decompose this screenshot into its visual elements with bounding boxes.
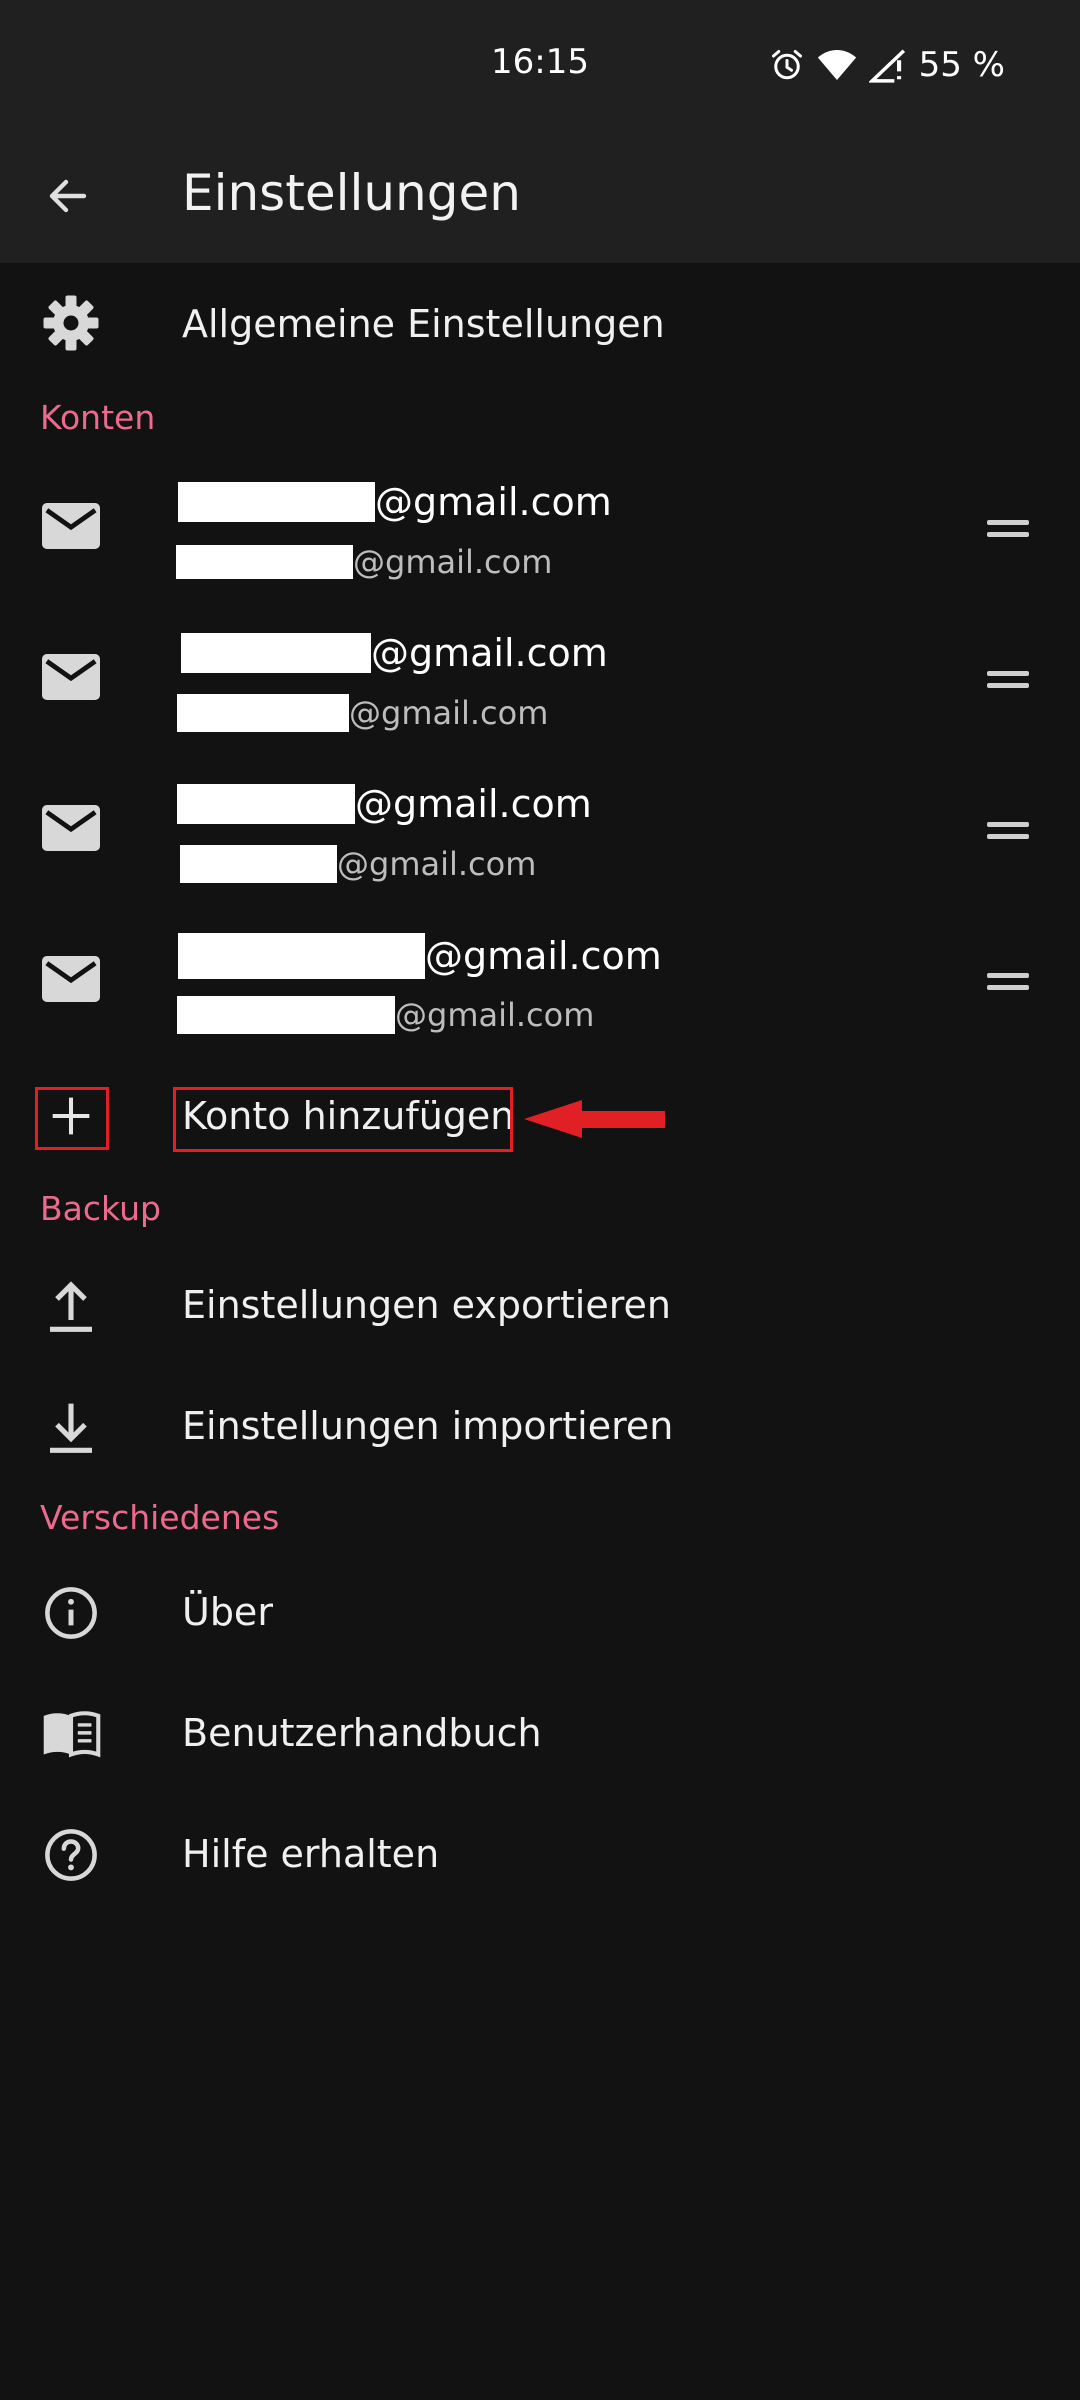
account-secondary-suffix: @gmail.com — [353, 543, 553, 581]
arrow-back-icon — [49, 179, 87, 213]
account-primary-email: @gmail.com — [181, 631, 608, 675]
account-item[interactable]: @gmail.com @gmail.com — [0, 757, 1080, 907]
status-icons: 55 % — [769, 40, 1005, 90]
account-item[interactable]: @gmail.com @gmail.com — [0, 606, 1080, 756]
section-header-misc: Verschiedenes — [40, 1498, 280, 1537]
redacted-block — [178, 482, 375, 522]
account-item[interactable]: @gmail.com @gmail.com — [0, 908, 1080, 1058]
mail-icon — [36, 944, 106, 1014]
account-primary-suffix: @gmail.com — [355, 782, 592, 826]
back-button[interactable] — [30, 158, 106, 234]
about-item[interactable]: Über — [0, 1553, 1080, 1674]
account-primary-email: @gmail.com — [177, 782, 592, 826]
info-icon — [36, 1578, 106, 1648]
wifi-icon — [817, 50, 856, 80]
annotation-highlight-plus — [35, 1087, 109, 1150]
account-secondary-email: @gmail.com — [180, 845, 536, 883]
account-primary-suffix: @gmail.com — [371, 631, 608, 675]
upload-icon — [36, 1271, 106, 1341]
export-settings-item[interactable]: Einstellungen exportieren — [0, 1245, 1080, 1367]
account-secondary-email: @gmail.com — [176, 543, 552, 581]
redacted-block — [178, 933, 425, 979]
annotation-highlight-label — [173, 1087, 513, 1152]
get-help-item[interactable]: Hilfe erhalten — [0, 1795, 1080, 1916]
account-item[interactable]: @gmail.com @gmail.com — [0, 455, 1080, 605]
mail-icon — [36, 642, 106, 712]
download-icon — [36, 1392, 106, 1462]
redacted-block — [177, 694, 349, 732]
section-header-backup: Backup — [40, 1189, 161, 1228]
alarm-icon — [771, 50, 802, 80]
account-secondary-email: @gmail.com — [177, 996, 594, 1034]
account-primary-suffix: @gmail.com — [375, 480, 612, 524]
account-secondary-suffix: @gmail.com — [395, 996, 595, 1034]
drag-handle-icon[interactable] — [987, 971, 1029, 993]
general-settings-item[interactable]: Allgemeine Einstellungen — [0, 263, 1080, 389]
mail-icon — [36, 491, 106, 561]
book-icon — [36, 1699, 106, 1769]
account-primary-email: @gmail.com — [178, 480, 612, 524]
gear-icon — [36, 288, 106, 358]
status-bar: 16:15 55 % — [0, 0, 1080, 130]
account-secondary-suffix: @gmail.com — [349, 694, 549, 732]
account-primary-suffix: @gmail.com — [425, 934, 662, 978]
user-manual-label: Benutzerhandbuch — [182, 1711, 542, 1755]
app-bar: Einstellungen — [0, 130, 1080, 263]
redacted-block — [177, 996, 395, 1034]
annotation-arrow-icon — [524, 1100, 665, 1138]
page-title: Einstellungen — [182, 164, 521, 222]
cell-signal-icon — [868, 49, 905, 83]
redacted-block — [176, 545, 353, 579]
general-settings-label: Allgemeine Einstellungen — [182, 302, 665, 346]
section-header-accounts: Konten — [40, 398, 156, 437]
about-label: Über — [182, 1590, 273, 1634]
account-primary-email: @gmail.com — [178, 933, 662, 979]
drag-handle-icon[interactable] — [987, 669, 1029, 691]
mail-icon — [36, 793, 106, 863]
user-manual-item[interactable]: Benutzerhandbuch — [0, 1674, 1080, 1795]
redacted-block — [177, 784, 355, 824]
import-settings-item[interactable]: Einstellungen importieren — [0, 1367, 1080, 1487]
help-icon — [36, 1820, 106, 1890]
account-secondary-suffix: @gmail.com — [337, 845, 537, 883]
account-secondary-email: @gmail.com — [177, 694, 548, 732]
drag-handle-icon[interactable] — [987, 518, 1029, 540]
get-help-label: Hilfe erhalten — [182, 1832, 440, 1876]
redacted-block — [180, 845, 337, 883]
drag-handle-icon[interactable] — [987, 820, 1029, 842]
battery-level: 55 % — [918, 45, 1005, 85]
redacted-block — [181, 633, 371, 673]
export-settings-label: Einstellungen exportieren — [182, 1283, 671, 1327]
import-settings-label: Einstellungen importieren — [182, 1404, 674, 1448]
